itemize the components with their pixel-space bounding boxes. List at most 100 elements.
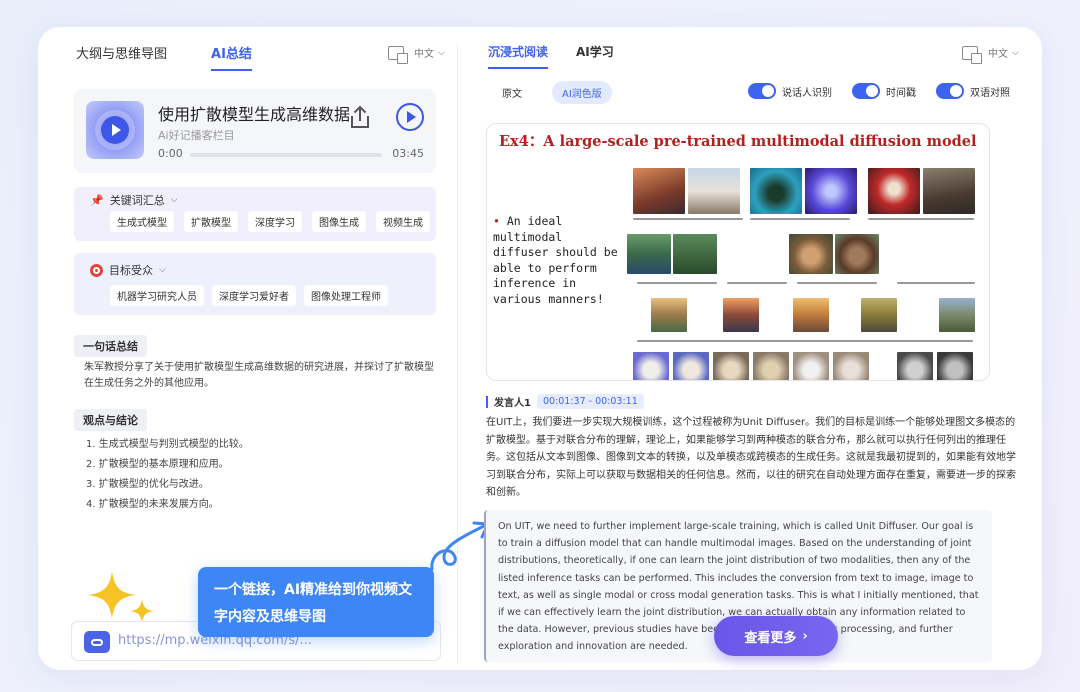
keyword-chip[interactable]: 图像生成 [312,211,366,232]
left-panel: 大纲与思维导图 AI总结 中文 ⌵ 使用扩散模型生成高维数据 Ai好记播客栏目 … [38,27,457,670]
display-toggles: 说话人识别 时间戳 双语对照 [748,83,1010,99]
slide-image [713,352,749,380]
link-icon [84,631,110,653]
right-language-select[interactable]: 中文 ⌵ [962,45,1019,64]
podcast-subtitle: Ai好记播客栏目 [158,129,235,142]
translate-icon [388,45,408,64]
slide-image [861,298,897,332]
left-language-select[interactable]: 中文 ⌵ [388,45,445,64]
keyword-chip[interactable]: 生成式模型 [110,211,174,232]
chevron-down-icon: ⌵ [1012,47,1019,58]
sparkle-icon [88,571,154,623]
tab-original[interactable]: 原文 [492,81,532,104]
toggle-bilingual[interactable]: 双语对照 [936,83,1010,99]
slide-title: Ex4：A large-scale pre-trained multimodal… [499,133,977,150]
slide-image [789,234,833,274]
slide-image [793,298,829,332]
audience-chip[interactable]: 图像处理工程师 [304,285,388,306]
toggle-switch[interactable] [748,83,776,99]
language-label: 中文 [414,49,434,60]
slide-image [750,168,802,214]
slide-image [651,298,687,332]
keywords-section: 📌 关键词汇总 ⌵ 生成式模型 扩散模型 深度学习 图像生成 视频生成 [74,187,436,241]
conclusions-label: 观点与结论 [74,409,147,431]
keyword-chip[interactable]: 视频生成 [376,211,430,232]
toggle-timestamp[interactable]: 时间戳 [852,83,916,99]
right-panel: 沉浸式阅读 AI学习 中文 ⌵ 原文 AI润色版 说话人识别 时间戳 双语对照 [458,27,1042,670]
slide-caption-line [868,218,974,220]
time-current: 0:00 [158,147,183,160]
list-item: 4. 扩散模型的未来发展方向。 [86,499,219,510]
keywords-header[interactable]: 📌 关键词汇总 ⌵ [90,192,178,208]
tab-immersive-reading[interactable]: 沉浸式阅读 [488,43,549,69]
language-label: 中文 [988,49,1008,60]
toggle-label: 说话人识别 [782,87,832,99]
slide-image [897,352,933,380]
toggle-label: 双语对照 [970,87,1010,99]
slide-preview[interactable]: Ex4：A large-scale pre-trained multimodal… [486,123,990,381]
tab-outline-mindmap[interactable]: 大纲与思维导图 [76,43,167,71]
audience-chips: 机器学习研究人员 深度学习爱好者 图像处理工程师 [110,285,388,306]
slide-caption-line [897,282,975,284]
slide-image [633,352,669,380]
list-item: 3. 扩散模型的优化与改进。 [86,479,209,490]
slide-bullet: • An ideal multimodal diffuser should be… [493,214,618,306]
keyword-chip[interactable]: 扩散模型 [184,211,238,232]
audience-section: 目标受众 ⌵ 机器学习研究人员 深度学习爱好者 图像处理工程师 [74,253,436,315]
audience-heading: 目标受众 [109,264,153,277]
slide-image [805,168,857,214]
chevron-down-icon: ⌵ [170,195,178,205]
slide-image [723,298,759,332]
view-more-button[interactable]: 查看更多 › [714,616,838,656]
audience-header[interactable]: 目标受众 ⌵ [90,262,166,278]
toggle-label: 时间戳 [886,87,916,99]
toggle-speaker-recognition[interactable]: 说话人识别 [748,83,832,99]
chevron-down-icon: ⌵ [438,47,445,58]
keyword-chips: 生成式模型 扩散模型 深度学习 图像生成 视频生成 [110,211,430,232]
slide-caption-line [797,282,877,284]
slide-image [688,168,740,214]
speaker-timestamp[interactable]: 00:01:37 - 00:03:11 [536,394,644,409]
podcast-title: 使用扩散模型生成高维数据 [158,105,351,124]
audio-player: 使用扩散模型生成高维数据 Ai好记播客栏目 0:00 03:45 [74,89,436,173]
audience-chip[interactable]: 机器学习研究人员 [110,285,204,306]
slide-image [937,352,973,380]
audience-chip[interactable]: 深度学习爱好者 [212,285,296,306]
summary-label: 一句话总结 [74,335,147,357]
cover-play-icon [101,116,129,144]
slide-image [835,234,879,274]
slide-image [939,298,975,332]
share-icon[interactable] [346,103,374,131]
tab-ai-polished[interactable]: AI润色版 [552,81,612,104]
keyword-chip[interactable]: 深度学习 [248,211,302,232]
slide-caption-line [637,340,973,342]
promo-callout: 一个链接，AI精准给到你视频文字内容及思维导图 [198,567,434,637]
time-total: 03:45 [392,147,424,160]
toggle-switch[interactable] [936,83,964,99]
target-icon [90,263,103,277]
slide-caption-line [727,282,787,284]
keywords-heading: 关键词汇总 [109,194,165,207]
progress-bar[interactable] [190,153,382,157]
pin-icon: 📌 [90,193,104,207]
slide-image [673,352,709,380]
tab-ai-summary[interactable]: AI总结 [211,43,252,71]
chevron-right-icon: › [802,628,808,644]
slide-image [627,234,671,274]
play-button[interactable] [396,103,424,131]
slide-image [753,352,789,380]
toggle-switch[interactable] [852,83,880,99]
slide-image [673,234,717,274]
speaker-row: 发言人1 00:01:37 - 00:03:11 [486,394,644,409]
slide-image [923,168,975,214]
tab-ai-learning[interactable]: AI学习 [576,43,614,69]
slide-image [633,168,685,214]
right-tabs: 沉浸式阅读 AI学习 [488,43,614,69]
conclusions-list: 1. 生成式模型与判别式模型的比较。 2. 扩散模型的基本原理和应用。 3. 扩… [86,435,249,515]
podcast-cover[interactable] [86,101,144,159]
transcript-zh: 在UIT上，我们要进一步实现大规模训练，这个过程被称为Unit Diffuser… [486,417,1016,498]
speaker-marker [486,395,488,408]
slide-image [833,352,869,380]
left-tabs: 大纲与思维导图 AI总结 [76,43,252,71]
slide-caption-line [637,282,717,284]
